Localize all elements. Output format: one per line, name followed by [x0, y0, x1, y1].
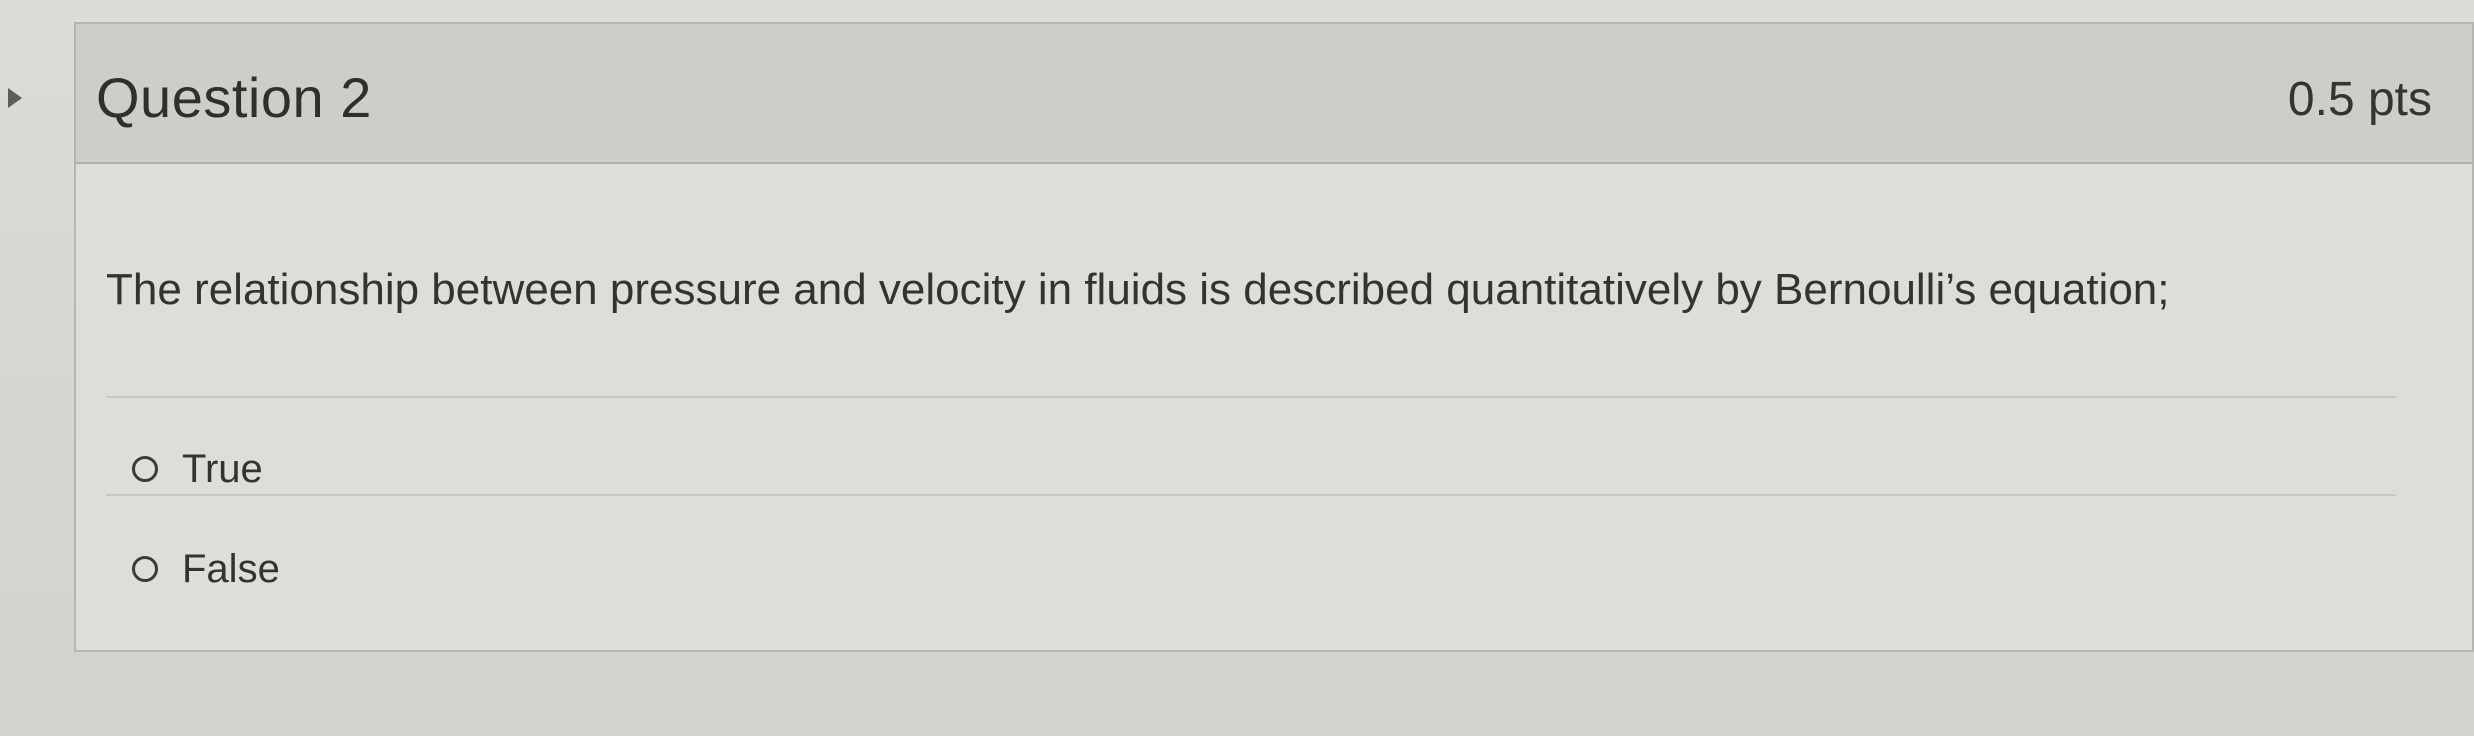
question-header: Question 2 0.5 pts — [76, 24, 2472, 164]
answer-option-true[interactable]: True — [132, 444, 263, 494]
answer-label-true: True — [182, 447, 263, 491]
answer-divider-top — [106, 396, 2396, 398]
question-points: 0.5 pts — [2287, 73, 2432, 126]
answer-label-false: False — [182, 547, 280, 591]
chevron-right-icon — [8, 88, 22, 108]
question-text: The relationship between pressure and ve… — [106, 265, 2170, 314]
radio-button-icon[interactable] — [132, 556, 158, 582]
radio-button-icon[interactable] — [132, 456, 158, 482]
answer-option-false[interactable]: False — [132, 544, 280, 594]
quiz-page: Question 2 0.5 pts The relationship betw… — [0, 0, 2474, 736]
question-title: Question 2 — [96, 66, 372, 129]
question-card: Question 2 0.5 pts The relationship betw… — [74, 22, 2474, 652]
answer-divider-middle — [106, 494, 2396, 496]
